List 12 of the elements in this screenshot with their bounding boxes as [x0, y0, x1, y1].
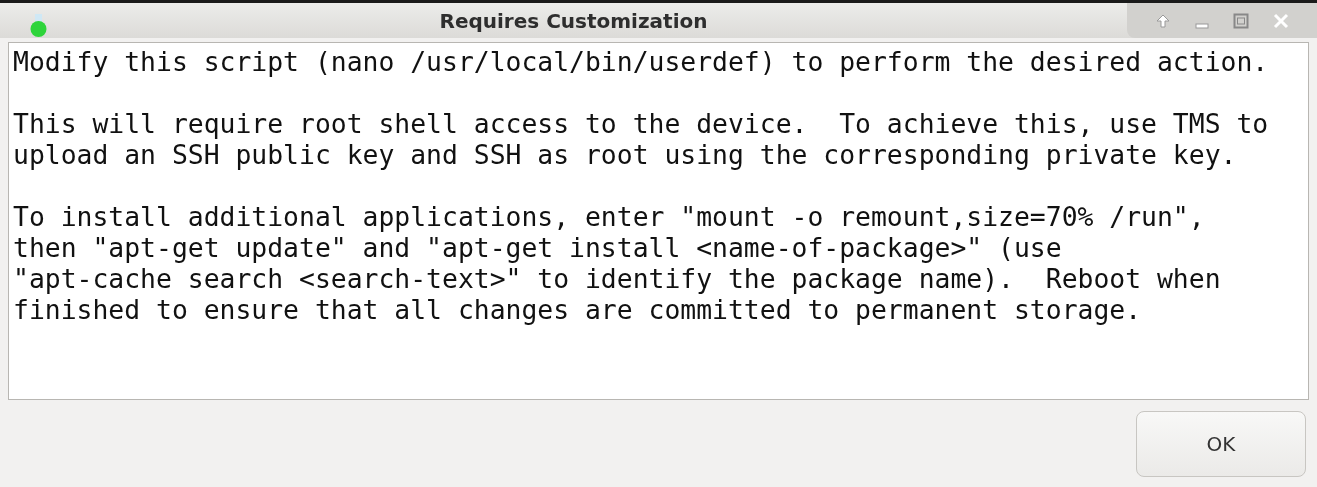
close-icon[interactable]	[1273, 12, 1289, 29]
maximize-icon[interactable]	[1233, 12, 1249, 29]
window-title: Requires Customization	[439, 7, 708, 35]
message-text: finished to ensure that all changes are committed to permanent storage.	[13, 294, 1143, 325]
message-text: Modify this script (nano /usr/local/bin/userdef) to perform the desired action.	[13, 46, 1270, 77]
message-text: To install additional applications, enter "mount -o remount,size=70% /run",	[13, 201, 1206, 232]
message-text: upload an SSH public key and SSH as root using the corresponding private key.	[13, 139, 1238, 170]
message-text: then "apt-get update" and "apt-get install <name-of-package>" (use	[13, 232, 1063, 263]
ok-button[interactable]: OK	[1136, 410, 1306, 477]
message-text: This will require root shell access to the device. To achieve this, use TMS to	[13, 108, 1270, 139]
message-text: "apt-cache search <search-text>" to identify the package name). Reboot when	[13, 263, 1222, 294]
arrow-up-icon[interactable]	[1155, 12, 1171, 29]
